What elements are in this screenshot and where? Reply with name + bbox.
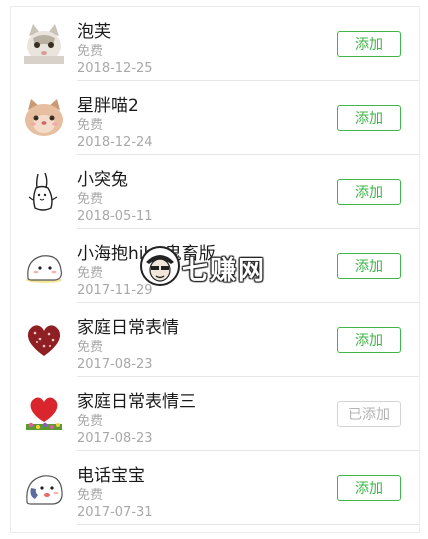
red-heart-sticker-icon [23,318,65,360]
list-item[interactable]: 泡芙 免费 2018-12-25 添加 [11,7,419,81]
sketch-rabbit-sticker-icon [23,170,65,212]
fat-cat-sticker-icon [23,96,65,138]
sticker-date: 2017-08-23 [77,431,153,446]
sticker-title: 泡芙 [77,22,111,42]
sticker-title: 电话宝宝 [77,466,145,486]
sticker-title: 星胖喵2 [77,96,139,116]
list-item[interactable]: 小突兔 免费 2018-05-11 添加 [11,155,419,229]
sticker-price: 免费 [77,340,104,355]
watermark-text: 七赚网 [182,256,267,286]
sticker-date: 2018-05-11 [77,209,153,224]
add-button[interactable]: 添加 [337,475,401,501]
sticker-price: 免费 [77,488,104,503]
list-item[interactable]: 家庭日常表情三 免费 2017-08-23 已添加 [11,377,419,451]
sticker-date: 2017-08-23 [77,357,153,372]
add-button[interactable]: 添加 [337,31,401,57]
watermark: 七赚网 [140,244,290,290]
sticker-title: 家庭日常表情 [77,318,179,338]
list-item[interactable]: 电话宝宝 免费 2017-07-31 添加 [11,451,419,525]
sticker-price: 免费 [77,266,104,281]
sticker-price: 免费 [77,118,104,133]
phone-baby-sticker-icon [23,466,65,508]
hacker-avatar-icon [140,246,180,286]
added-button: 已添加 [337,401,401,427]
sticker-date: 2018-12-25 [77,61,153,76]
cat-face-sticker-icon [23,22,65,64]
list-item[interactable]: 家庭日常表情 免费 2017-08-23 添加 [11,303,419,377]
white-blob-sticker-icon [23,244,65,286]
add-button[interactable]: 添加 [337,327,401,353]
sticker-date: 2018-12-24 [77,135,153,150]
sticker-date: 2017-07-31 [77,505,153,520]
sticker-price: 免费 [77,44,104,59]
sticker-price: 免费 [77,192,104,207]
add-button[interactable]: 添加 [337,105,401,131]
add-button[interactable]: 添加 [337,253,401,279]
sticker-title: 家庭日常表情三 [77,392,196,412]
list-item[interactable]: 星胖喵2 免费 2018-12-24 添加 [11,81,419,155]
heart-flowers-sticker-icon [23,392,65,434]
add-button[interactable]: 添加 [337,179,401,205]
sticker-price: 免费 [77,414,104,429]
sticker-title: 小突兔 [77,170,128,190]
